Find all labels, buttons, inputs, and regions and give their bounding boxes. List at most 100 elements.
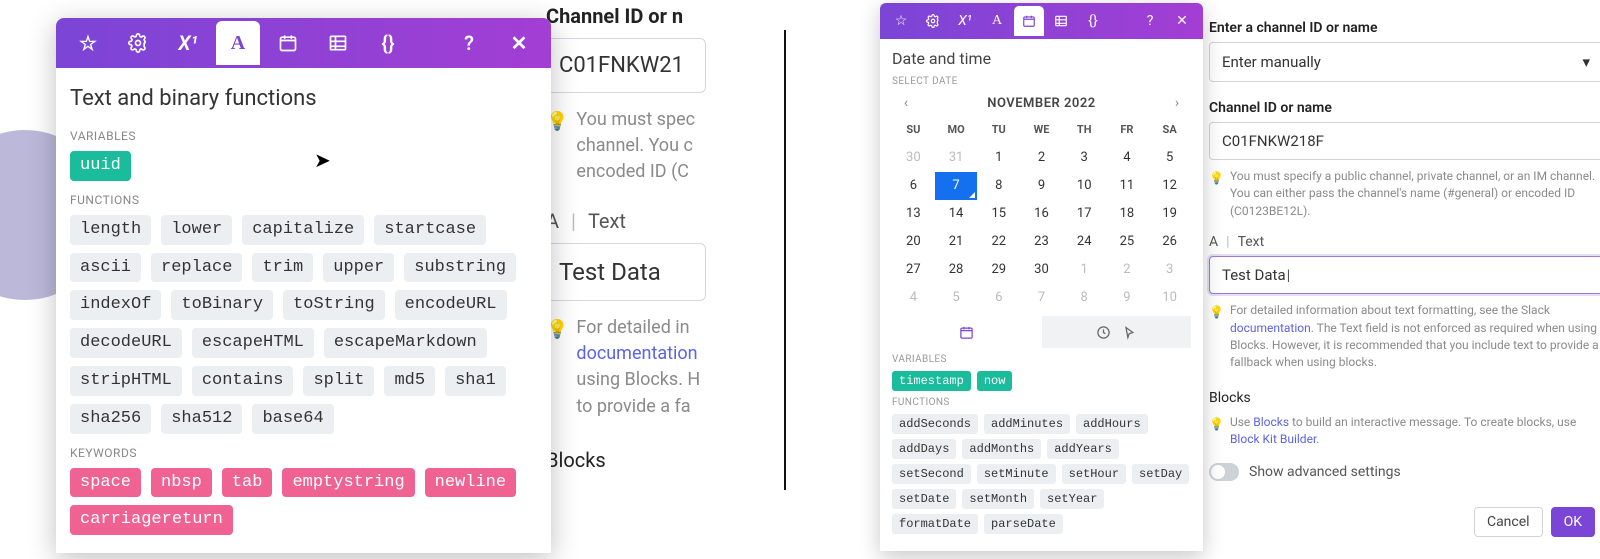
blocks-link[interactable]: Blocks bbox=[1253, 415, 1289, 429]
tab-array[interactable] bbox=[1046, 6, 1076, 36]
tab-close[interactable]: ✕ bbox=[497, 21, 541, 65]
chip-setHour[interactable]: setHour bbox=[1062, 464, 1126, 484]
chip-stripHTML[interactable]: stripHTML bbox=[70, 366, 182, 396]
calendar-day[interactable]: 29 bbox=[977, 256, 1020, 284]
chip-addSeconds[interactable]: addSeconds bbox=[892, 414, 978, 434]
block-kit-builder-link[interactable]: Block Kit Builder bbox=[1230, 432, 1316, 446]
chip-toBinary[interactable]: toBinary bbox=[171, 290, 273, 320]
calendar-day[interactable]: 21 bbox=[935, 228, 978, 256]
chip-lower[interactable]: lower bbox=[161, 215, 232, 245]
chip-indexOf[interactable]: indexOf bbox=[70, 290, 161, 320]
chip-toString[interactable]: toString bbox=[283, 290, 385, 320]
tab-date[interactable] bbox=[1014, 6, 1044, 36]
chip-replace[interactable]: replace bbox=[151, 253, 242, 283]
chip-capitalize[interactable]: capitalize bbox=[242, 215, 364, 245]
chip-sha512[interactable]: sha512 bbox=[161, 404, 242, 434]
chip-trim[interactable]: trim bbox=[252, 253, 313, 283]
calendar-day[interactable]: 9 bbox=[1106, 284, 1149, 312]
chip-split[interactable]: split bbox=[303, 366, 374, 396]
calendar-day[interactable]: 5 bbox=[1148, 144, 1191, 172]
chip-setYear[interactable]: setYear bbox=[1040, 489, 1104, 509]
chip-timestamp[interactable]: timestamp bbox=[892, 371, 971, 391]
text-input[interactable]: Test Data bbox=[546, 243, 706, 301]
chip-setDate[interactable]: setDate bbox=[892, 489, 956, 509]
chip-setSecond[interactable]: setSecond bbox=[892, 464, 971, 484]
calendar-day[interactable]: 6 bbox=[977, 284, 1020, 312]
chip-contains[interactable]: contains bbox=[192, 366, 294, 396]
show-advanced-toggle[interactable] bbox=[1209, 463, 1239, 481]
chip-now[interactable]: now bbox=[977, 371, 1013, 391]
tab-date[interactable] bbox=[266, 21, 310, 65]
tab-star[interactable]: ☆ bbox=[886, 6, 916, 36]
calendar-day[interactable]: 10 bbox=[1148, 284, 1191, 312]
calendar-day[interactable]: 5 bbox=[935, 284, 978, 312]
calendar-day[interactable]: 20 bbox=[892, 228, 935, 256]
chip-escapeHTML[interactable]: escapeHTML bbox=[192, 328, 314, 358]
calendar-day[interactable]: 15 bbox=[977, 200, 1020, 228]
text-input[interactable]: Test Data bbox=[1209, 256, 1600, 294]
chip-setDay[interactable]: setDay bbox=[1132, 464, 1189, 484]
chip-emptystring[interactable]: emptystring bbox=[282, 468, 414, 498]
calendar-date-tab[interactable] bbox=[892, 316, 1042, 348]
calendar-day[interactable]: 23 bbox=[1020, 228, 1063, 256]
calendar-day[interactable]: 8 bbox=[1063, 284, 1106, 312]
calendar-day[interactable]: 9 bbox=[1020, 172, 1063, 200]
calendar-day[interactable]: 2 bbox=[1106, 256, 1149, 284]
chip-space[interactable]: space bbox=[70, 468, 141, 498]
chip-parseDate[interactable]: parseDate bbox=[984, 514, 1063, 534]
calendar-day[interactable]: 10 bbox=[1063, 172, 1106, 200]
calendar-day[interactable]: 16 bbox=[1020, 200, 1063, 228]
documentation-link[interactable]: documentation bbox=[576, 343, 697, 364]
chip-sha256[interactable]: sha256 bbox=[70, 404, 151, 434]
calendar-day[interactable]: 2 bbox=[1020, 144, 1063, 172]
chip-addYears[interactable]: addYears bbox=[1047, 439, 1119, 459]
tab-settings[interactable] bbox=[116, 21, 160, 65]
tab-settings[interactable] bbox=[918, 6, 948, 36]
documentation-link[interactable]: documentation bbox=[1230, 321, 1311, 335]
calendar-day[interactable]: 27 bbox=[892, 256, 935, 284]
chip-encodeURL[interactable]: encodeURL bbox=[395, 290, 507, 320]
chip-length[interactable]: length bbox=[70, 215, 151, 245]
chip-sha1[interactable]: sha1 bbox=[445, 366, 506, 396]
chip-setMonth[interactable]: setMonth bbox=[962, 489, 1034, 509]
calendar-day[interactable]: 28 bbox=[935, 256, 978, 284]
calendar-day[interactable]: 22 bbox=[977, 228, 1020, 256]
calendar-prev-month[interactable]: ‹ bbox=[896, 95, 916, 111]
chip-escapeMarkdown[interactable]: escapeMarkdown bbox=[324, 328, 487, 358]
chip-addDays[interactable]: addDays bbox=[892, 439, 956, 459]
tab-math[interactable]: X¹ bbox=[166, 21, 210, 65]
channel-id-input[interactable]: C01FNKW218F bbox=[1209, 122, 1600, 160]
ok-button[interactable]: OK bbox=[1551, 507, 1595, 537]
tab-help[interactable]: ? bbox=[1135, 6, 1165, 36]
channel-id-input[interactable]: C01FNKW21 bbox=[546, 38, 706, 93]
calendar-day[interactable]: 3 bbox=[1063, 144, 1106, 172]
calendar-day[interactable]: 6 bbox=[892, 172, 935, 200]
chip-addMinutes[interactable]: addMinutes bbox=[984, 414, 1070, 434]
tab-array[interactable] bbox=[316, 21, 360, 65]
chip-uuid[interactable]: uuid bbox=[70, 151, 131, 181]
chip-tab[interactable]: tab bbox=[222, 468, 273, 498]
tab-help[interactable]: ? bbox=[447, 21, 491, 65]
calendar-day[interactable]: 18 bbox=[1106, 200, 1149, 228]
calendar-day[interactable]: 1 bbox=[977, 144, 1020, 172]
calendar-day[interactable]: 1 bbox=[1063, 256, 1106, 284]
chip-formatDate[interactable]: formatDate bbox=[892, 514, 978, 534]
calendar-day[interactable]: 19 bbox=[1148, 200, 1191, 228]
chip-addMonths[interactable]: addMonths bbox=[962, 439, 1041, 459]
calendar-day[interactable]: 8 bbox=[977, 172, 1020, 200]
chip-carriagereturn[interactable]: carriagereturn bbox=[70, 505, 233, 535]
chip-upper[interactable]: upper bbox=[323, 253, 394, 283]
chip-md5[interactable]: md5 bbox=[384, 366, 435, 396]
calendar-day[interactable]: 25 bbox=[1106, 228, 1149, 256]
chip-startcase[interactable]: startcase bbox=[374, 215, 486, 245]
chip-addHours[interactable]: addHours bbox=[1076, 414, 1148, 434]
chip-decodeURL[interactable]: decodeURL bbox=[70, 328, 182, 358]
calendar-day[interactable]: 4 bbox=[892, 284, 935, 312]
calendar-day[interactable]: 30 bbox=[892, 144, 935, 172]
calendar-next-month[interactable]: › bbox=[1167, 95, 1187, 111]
calendar-day[interactable]: 7 bbox=[1020, 284, 1063, 312]
calendar-time-tab[interactable] bbox=[1042, 316, 1192, 348]
calendar-day[interactable]: 7 bbox=[935, 172, 978, 200]
calendar-day[interactable]: 26 bbox=[1148, 228, 1191, 256]
tab-close[interactable]: ✕ bbox=[1167, 6, 1197, 36]
